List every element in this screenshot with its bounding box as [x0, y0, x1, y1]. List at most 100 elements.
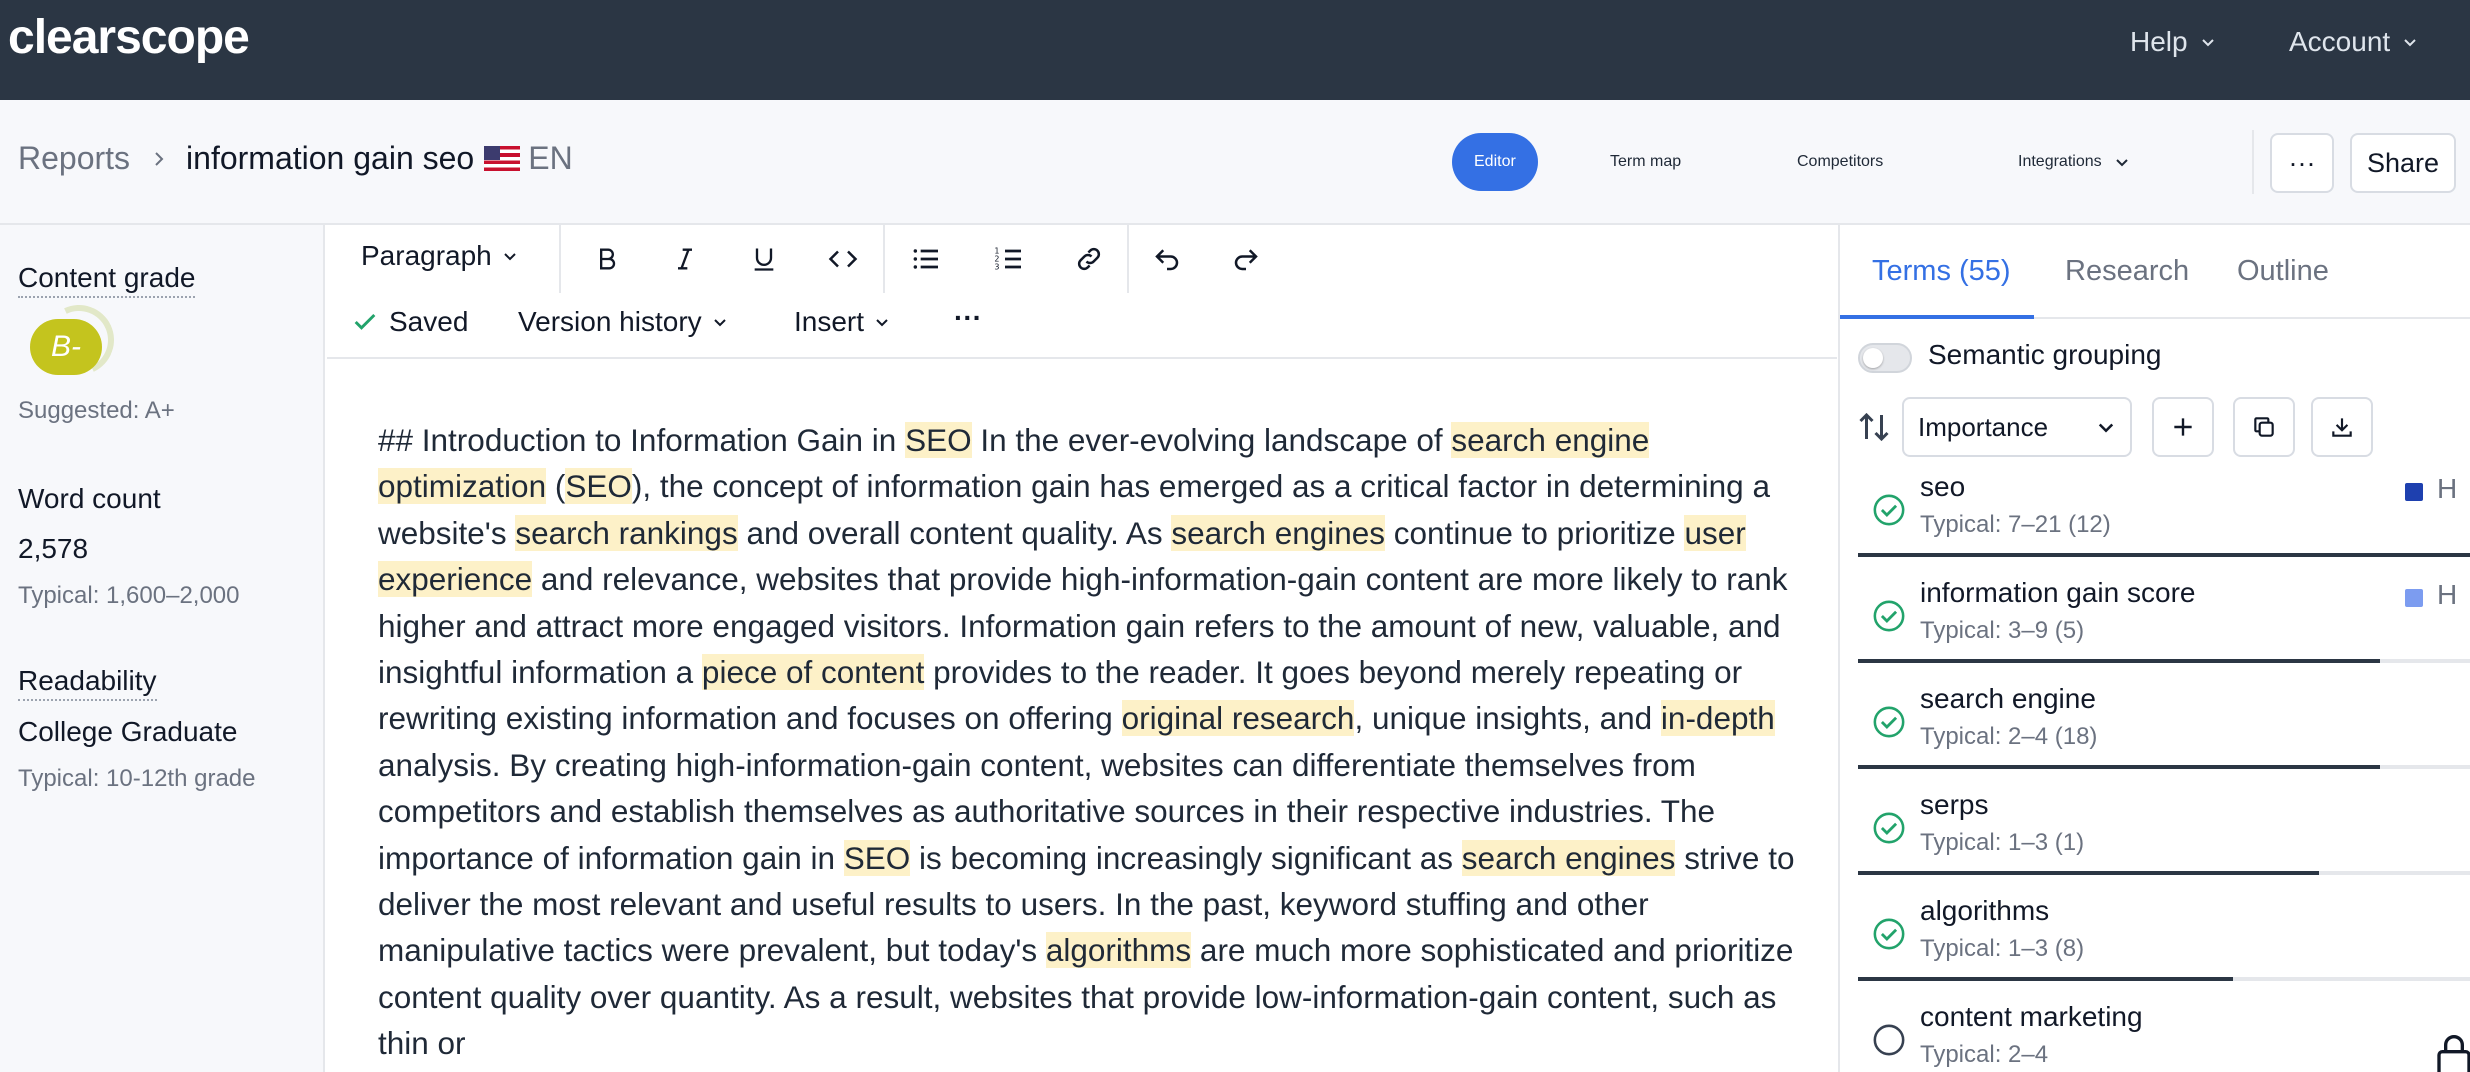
plus-icon — [2174, 418, 2192, 436]
term-progress-track — [1858, 977, 2470, 981]
term-progress-bar — [1858, 871, 2319, 875]
term-name: search engine — [1920, 683, 2096, 714]
tab-research[interactable]: Research — [2065, 255, 2189, 288]
copy-icon — [2254, 417, 2274, 437]
paragraph-label: Paragraph — [361, 240, 492, 271]
more-editor-options-button[interactable]: ··· — [954, 302, 982, 334]
redo-icon[interactable] — [1226, 239, 1266, 279]
highlighted-term: search engines — [1461, 839, 1676, 876]
tab-outline[interactable]: Outline — [2237, 255, 2329, 288]
toolbar-divider — [559, 225, 561, 293]
version-history-dropdown[interactable]: Version history — [518, 306, 728, 338]
editor-text[interactable]: ## Introduction to Information Gain in S… — [378, 417, 1798, 1067]
word-count-label: Word count — [18, 483, 161, 514]
term-progress-track — [1858, 765, 2470, 769]
clearscope-logo[interactable]: clearscope — [8, 10, 250, 65]
heading-marker-swatch — [2405, 483, 2423, 501]
sort-icon[interactable] — [1856, 409, 1892, 445]
numbered-list-icon[interactable]: 123 — [989, 239, 1029, 279]
empty-circle-icon — [1873, 1024, 1905, 1056]
content-grade-badge: B- — [30, 319, 102, 375]
term-item[interactable]: content marketing Typical: 2–4 — [1840, 999, 2470, 1072]
term-progress-track — [1858, 659, 2470, 663]
account-menu[interactable]: Account — [2289, 26, 2418, 58]
copy-terms-button[interactable] — [2233, 397, 2295, 457]
language-label: EN — [528, 140, 573, 176]
active-tab-indicator — [1840, 315, 2034, 319]
toolbar-divider — [883, 225, 885, 293]
code-icon[interactable] — [823, 239, 863, 279]
tab-terms[interactable]: Terms (55) — [1872, 255, 2011, 288]
readability-typical: Typical: 10-12th grade — [18, 765, 256, 792]
check-circle-icon — [1873, 918, 1905, 950]
term-name: content marketing — [1920, 1001, 2143, 1032]
download-terms-button[interactable] — [2311, 397, 2373, 457]
tab-term-map[interactable]: Term map — [1610, 133, 1681, 191]
bullet-list-icon[interactable] — [906, 239, 946, 279]
chevron-right-icon — [155, 151, 164, 166]
saved-status: Saved — [351, 306, 468, 338]
chevron-down-icon — [2115, 159, 2128, 167]
terms-panel: Terms (55) Research Outline Semantic gro… — [1838, 225, 2470, 1072]
term-typical-usage: Typical: 1–3 (1) — [1920, 829, 2085, 856]
highlighted-term: search rankings — [515, 514, 738, 551]
term-progress-bar — [1858, 659, 2380, 663]
tab-integrations[interactable]: Integrations — [2018, 133, 2130, 191]
suggested-grade: Suggested: A+ — [18, 397, 175, 424]
term-typical-usage: Typical: 2–4 (18) — [1920, 723, 2098, 750]
document-toolbar: Saved Version history Insert ··· — [327, 293, 1837, 359]
term-item[interactable]: serps Typical: 1–3 (1) — [1840, 787, 2470, 893]
download-icon — [2332, 418, 2352, 437]
sort-select-value: Importance — [1918, 411, 2049, 442]
top-navbar: clearscope Help Account — [0, 0, 2470, 100]
account-label: Account — [2289, 26, 2391, 57]
semantic-grouping-toggle[interactable] — [1858, 343, 1912, 373]
svg-text:3: 3 — [994, 263, 999, 272]
italic-icon[interactable] — [665, 239, 705, 279]
add-term-button[interactable] — [2152, 397, 2214, 457]
highlighted-term: in-depth — [1660, 700, 1775, 737]
underline-icon[interactable] — [744, 239, 784, 279]
term-progress-bar — [1858, 553, 2470, 557]
breadcrumb-reports-link[interactable]: Reports — [18, 140, 130, 177]
paragraph-style-dropdown[interactable]: Paragraph — [361, 240, 518, 272]
more-options-button[interactable]: ··· — [2270, 133, 2334, 193]
readability-value: College Graduate — [18, 716, 238, 747]
term-typical-usage: Typical: 1–3 (8) — [1920, 935, 2085, 962]
undo-icon[interactable] — [1147, 239, 1187, 279]
checkmark-icon — [354, 313, 376, 330]
term-item[interactable]: search engine Typical: 2–4 (18) — [1840, 681, 2470, 787]
term-item[interactable]: seo Typical: 7–21 (12) H — [1840, 469, 2470, 575]
chevron-down-icon — [2404, 39, 2416, 47]
link-icon[interactable] — [1069, 239, 1109, 279]
term-progress-track — [1858, 553, 2470, 557]
breadcrumb: Reports information gain seo EN — [18, 140, 573, 177]
formatting-toolbar: Paragraph 123 — [327, 225, 1837, 293]
term-progress-track — [1858, 871, 2470, 875]
lock-icon — [2437, 1035, 2470, 1072]
content-editor[interactable]: ## Introduction to Information Gain in S… — [327, 361, 1837, 1072]
readability-label[interactable]: Readability — [18, 665, 157, 701]
chevron-down-icon — [713, 319, 726, 327]
term-name: seo — [1920, 471, 1966, 502]
term-typical-usage: Typical: 2–4 — [1920, 1041, 2049, 1068]
text-run: is becoming increasingly significant as — [910, 839, 1462, 876]
chevron-down-icon — [2098, 423, 2114, 433]
term-item[interactable]: algorithms Typical: 1–3 (8) — [1840, 893, 2470, 999]
panel-tabs: Terms (55) Research Outline — [1840, 225, 2470, 319]
highlighted-term: search engines — [1171, 514, 1386, 551]
term-item[interactable]: information gain score Typical: 3–9 (5) H — [1840, 575, 2470, 681]
report-header: Reports information gain seo EN Editor T… — [0, 100, 2470, 225]
help-menu[interactable]: Help — [2130, 26, 2216, 58]
check-circle-icon — [1873, 706, 1905, 738]
insert-dropdown[interactable]: Insert — [794, 306, 890, 338]
text-run: In the ever-evolving landscape of — [971, 422, 1452, 458]
tab-competitors[interactable]: Competitors — [1797, 133, 1883, 191]
content-grade-label[interactable]: Content grade — [18, 262, 196, 298]
bold-icon[interactable] — [587, 239, 627, 279]
tab-editor[interactable]: Editor — [1452, 133, 1538, 191]
sort-select[interactable]: Importance — [1902, 397, 2132, 457]
header-divider — [2252, 130, 2254, 194]
word-count-value: 2,578 — [18, 533, 89, 564]
share-button[interactable]: Share — [2350, 133, 2456, 193]
